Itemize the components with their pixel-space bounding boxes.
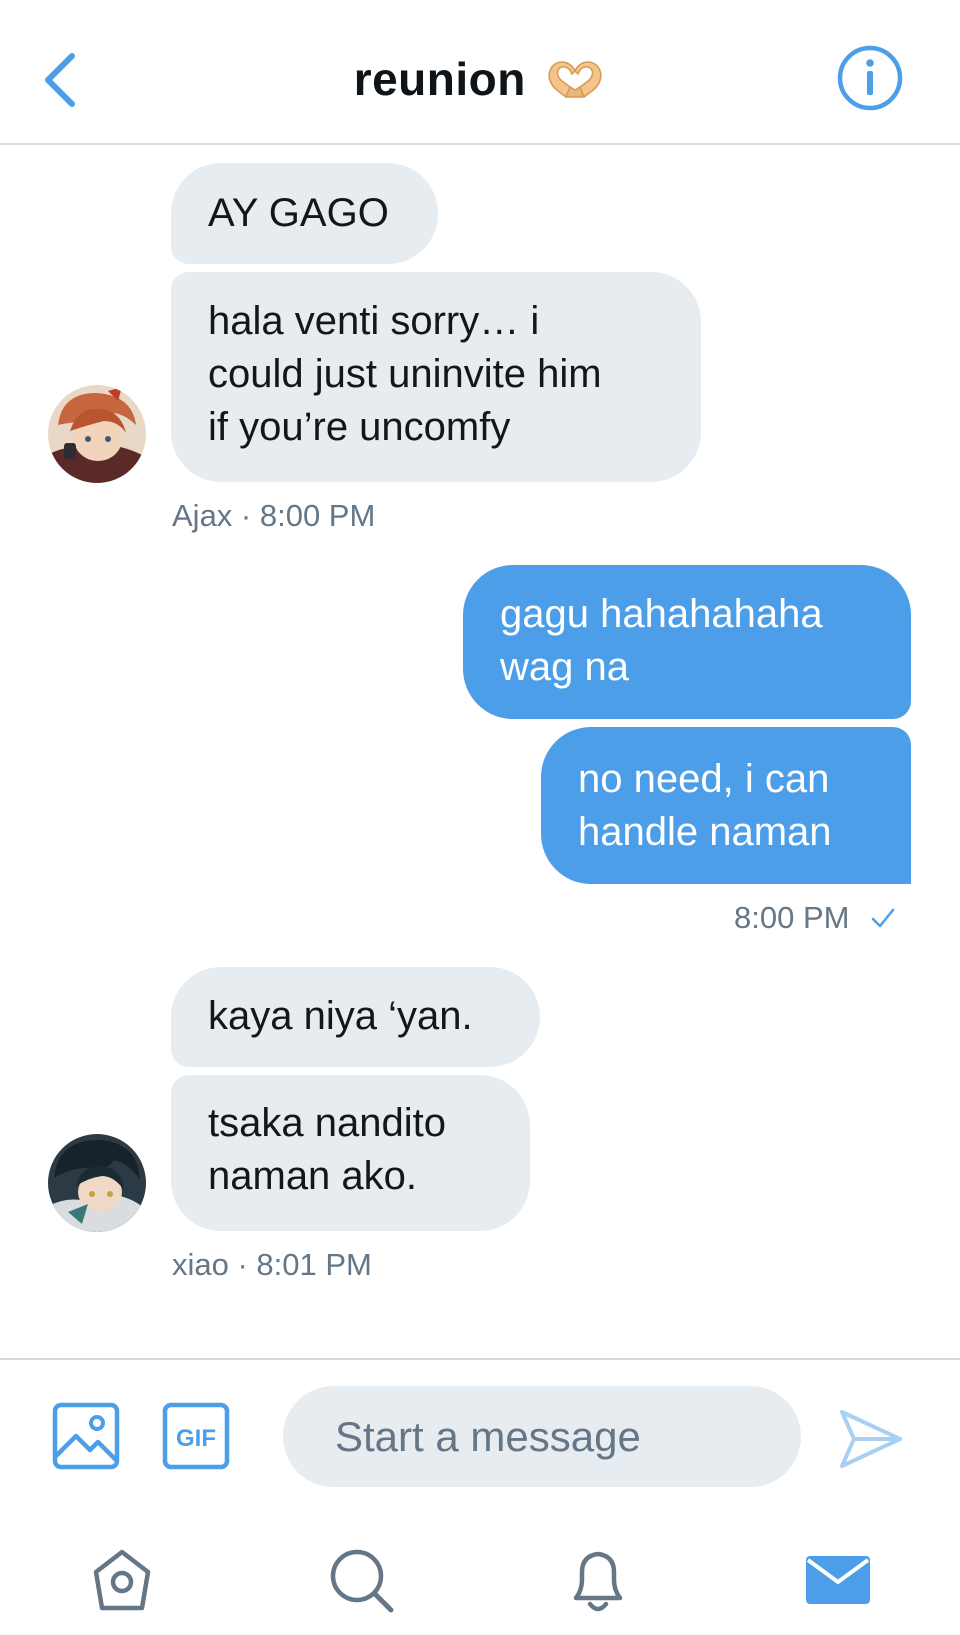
bottom-navigation	[0, 1500, 960, 1635]
tab-home[interactable]	[86, 1544, 158, 1616]
send-button[interactable]	[838, 1406, 904, 1472]
avatar-xiao[interactable]	[48, 1134, 146, 1232]
message-text-line: if you’re uncomfy	[208, 405, 511, 449]
notifications-icon	[573, 1551, 623, 1612]
gif-icon: GIF	[162, 1402, 230, 1470]
incoming-message-bubble[interactable]: tsaka nandito naman ako.	[171, 1075, 530, 1231]
tab-messages[interactable]	[802, 1544, 874, 1616]
message-text-line: naman ako.	[208, 1154, 418, 1198]
message-meta-ajax: Ajax · 8:00 PM	[172, 498, 376, 533]
add-gif-button[interactable]: GIF	[162, 1402, 230, 1470]
avatar-ajax[interactable]	[48, 385, 146, 483]
message-composer: GIF	[0, 1358, 960, 1500]
checkmark-icon	[871, 908, 895, 928]
image-icon	[52, 1402, 120, 1470]
conversation-title: reunion	[353, 53, 526, 105]
message-text-line: could just uninvite him	[208, 352, 602, 396]
outgoing-message-bubble[interactable]: gagu hahahahaha wag na	[463, 565, 911, 719]
incoming-message-bubble[interactable]: kaya niya ‘yan.	[171, 967, 540, 1067]
message-meta-xiao: xiao · 8:01 PM	[172, 1247, 372, 1282]
conversation-header: reunion	[0, 0, 960, 145]
incoming-message-bubble[interactable]: AY GAGO	[171, 163, 438, 264]
message-text-line: kaya niya ‘yan.	[208, 994, 473, 1038]
message-text-line: no need, i can	[578, 757, 830, 801]
tab-search[interactable]	[325, 1544, 397, 1616]
message-text-line: gagu hahahahaha	[500, 592, 823, 636]
message-text-line: tsaka nandito	[208, 1101, 446, 1145]
message-text-line: wag na	[500, 645, 629, 689]
message-text-line: hala venti sorry… i	[208, 299, 540, 343]
outgoing-message-bubble[interactable]: no need, i can handle naman	[541, 727, 911, 884]
conversation-title-area[interactable]: reunion	[0, 44, 960, 114]
xiao-avatar-image	[48, 1134, 146, 1232]
send-icon	[840, 1410, 902, 1468]
info-icon	[837, 45, 903, 111]
conversation-info-button[interactable]	[836, 44, 904, 112]
ajax-avatar-image	[48, 385, 146, 483]
message-text-line: handle naman	[578, 810, 832, 854]
tab-notifications[interactable]	[562, 1544, 634, 1616]
heart-hands-emoji	[548, 61, 602, 99]
message-timestamp: 8:00 PM	[734, 900, 850, 935]
gif-label: GIF	[176, 1425, 216, 1452]
search-icon	[330, 1549, 394, 1613]
message-input[interactable]	[283, 1386, 801, 1487]
home-icon	[93, 1549, 151, 1611]
messages-icon	[806, 1556, 870, 1604]
add-image-button[interactable]	[52, 1402, 120, 1470]
message-text-line: AY GAGO	[208, 191, 389, 235]
incoming-message-bubble[interactable]: hala venti sorry… i could just uninvite …	[171, 272, 701, 482]
message-meta-outgoing: 8:00 PM	[734, 900, 896, 936]
